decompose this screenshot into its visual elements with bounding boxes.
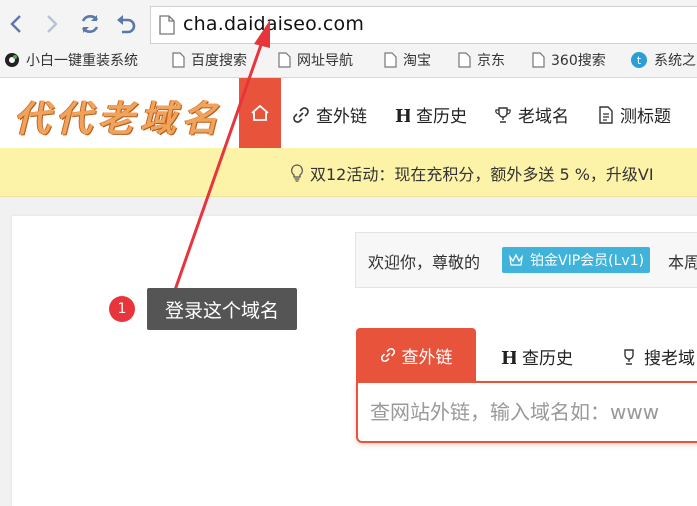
nav-label: 查外链 <box>316 107 367 127</box>
document-icon <box>599 105 613 124</box>
search-box <box>356 381 697 443</box>
bookmark-item[interactable]: t 系统之 <box>630 50 696 70</box>
tab-label: 查外链 <box>401 347 453 368</box>
promo-notice-bar: 双12活动：现在充积分，额外多送 5 %，升级VI <box>0 148 697 197</box>
trophy-icon <box>495 106 511 123</box>
nav-link-history[interactable]: H 查历史 <box>394 102 467 128</box>
nav-label: 查历史 <box>416 107 467 127</box>
bookmark-item[interactable]: 京东 <box>458 50 505 70</box>
svg-text:t: t <box>637 54 642 67</box>
nav-link-backlinks[interactable]: 查外链 <box>292 102 367 127</box>
app-icon <box>5 53 19 67</box>
refresh-icon <box>81 15 99 33</box>
page-icon <box>172 52 185 68</box>
bookmark-item[interactable]: 小白一键重装系统 <box>4 50 138 70</box>
bookmark-item[interactable]: 淘宝 <box>384 50 431 70</box>
tab-backlinks[interactable]: 查外链 <box>356 328 476 382</box>
bookmarks-bar: 小白一键重装系统 百度搜索 网址导航 淘宝 京东 360搜索 t 系统之 <box>0 46 697 74</box>
vip-level-badge[interactable]: 铂金VIP会员(Lv1) <box>502 247 651 273</box>
svg-text:H: H <box>501 348 516 366</box>
page-icon <box>532 52 545 68</box>
site-logo[interactable]: 代代老域名 <box>14 90 224 142</box>
tab-label: 查历史 <box>522 349 573 369</box>
annotation-step-number: 1 <box>109 296 135 322</box>
bookmark-label: 360搜索 <box>551 53 606 69</box>
nav-label: 老域名 <box>518 107 569 127</box>
undo-button[interactable] <box>112 10 140 38</box>
lightbulb-icon <box>291 164 303 182</box>
trophy-icon <box>624 348 634 365</box>
home-icon <box>251 104 269 121</box>
bookmark-item[interactable]: 360搜索 <box>532 50 606 70</box>
crown-icon <box>509 253 523 266</box>
vip-badge-label: 铂金VIP会员(Lv1) <box>530 253 645 269</box>
annotation-tooltip: 登录这个域名 <box>147 288 297 330</box>
forward-arrow-icon <box>47 15 58 33</box>
bookmark-label: 京东 <box>477 53 505 69</box>
nav-link-title-test[interactable]: 测标题 <box>598 102 671 127</box>
page-icon <box>384 52 397 68</box>
tab-label: 搜老域 <box>644 349 695 369</box>
forward-button[interactable] <box>38 10 66 38</box>
bookmark-label: 百度搜索 <box>191 53 247 69</box>
welcome-text: 欢迎你，尊敬的 <box>368 253 481 272</box>
svg-text:H: H <box>395 106 410 124</box>
bookmark-item[interactable]: 百度搜索 <box>172 50 247 70</box>
home-nav-button[interactable] <box>239 78 281 148</box>
tab-history[interactable]: H 查历史 <box>500 344 573 370</box>
page-icon <box>159 15 175 35</box>
h-icon: H <box>395 106 410 124</box>
page-icon <box>458 52 471 68</box>
bookmark-label: 系统之 <box>654 53 696 69</box>
promo-notice-text[interactable]: 双12活动：现在充积分，额外多送 5 %，升级VI <box>310 161 654 185</box>
link-icon <box>380 347 395 363</box>
back-arrow-icon <box>10 15 21 33</box>
back-button[interactable] <box>2 10 30 38</box>
bookmark-label: 小白一键重装系统 <box>26 53 138 69</box>
url-text: cha.daidaiseo.com <box>183 13 365 35</box>
bookmark-item[interactable]: 网址导航 <box>278 50 353 70</box>
undo-icon <box>117 15 136 34</box>
address-bar[interactable]: cha.daidaiseo.com <box>150 6 697 44</box>
bookmark-label: 淘宝 <box>403 53 431 69</box>
domain-search-input[interactable] <box>368 397 697 427</box>
welcome-box: 欢迎你，尊敬的 铂金VIP会员(Lv1) 本周 <box>355 232 697 288</box>
bookmark-label: 网址导航 <box>297 53 353 69</box>
browser-toolbar: cha.daidaiseo.com 小白一键重装系统 百度搜索 网址导航 淘宝 … <box>0 0 697 78</box>
h-icon: H <box>501 348 516 366</box>
tab-old-domains[interactable]: 搜老域 <box>620 344 695 369</box>
page-icon <box>278 52 291 68</box>
nav-label: 测标题 <box>620 107 671 127</box>
link-icon <box>293 106 309 123</box>
t-icon: t <box>631 52 647 68</box>
welcome-suffix-text: 本周 <box>668 253 697 272</box>
site-header: 代代老域名 查外链 H 查历史 老域名 测标题 <box>0 78 697 148</box>
nav-link-old-domains[interactable]: 老域名 <box>494 102 569 127</box>
refresh-button[interactable] <box>76 10 104 38</box>
